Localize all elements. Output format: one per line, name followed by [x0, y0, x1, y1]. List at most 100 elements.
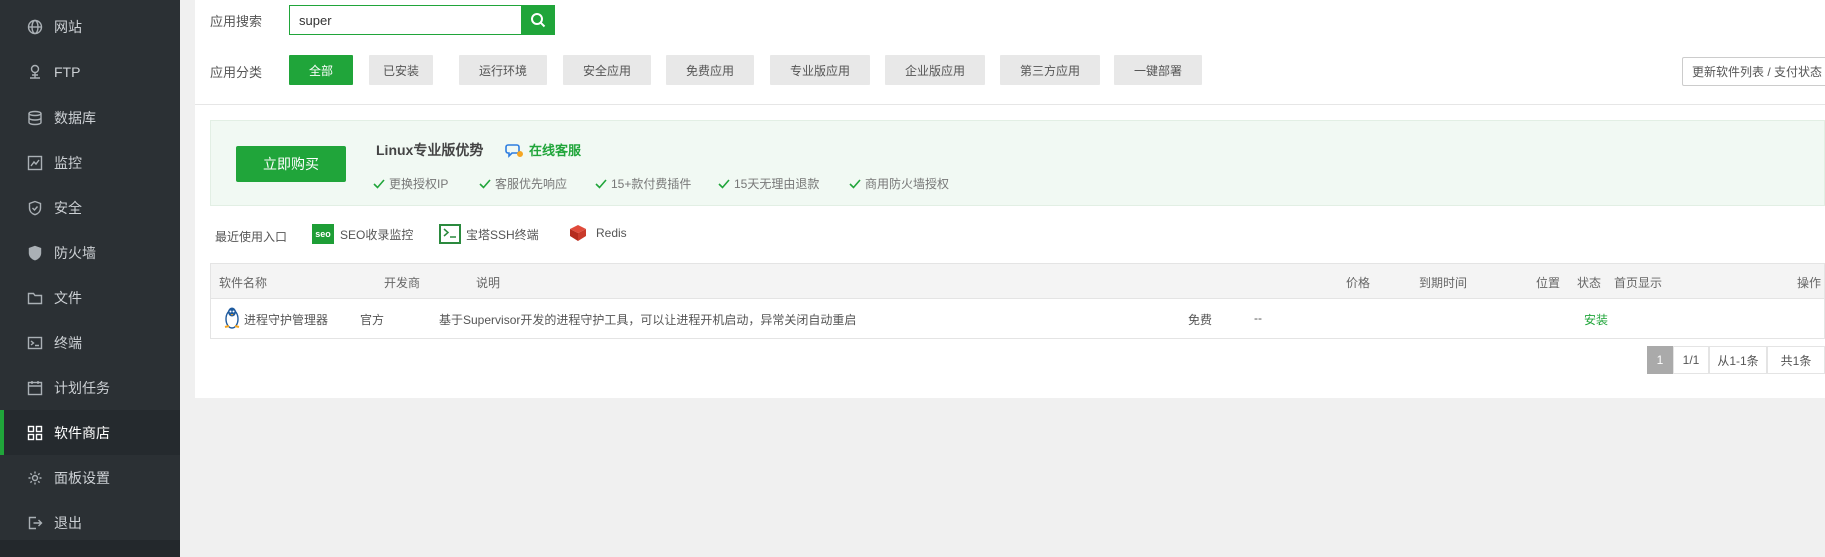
- promo-feature-label: 客服优先响应: [495, 177, 568, 191]
- table-header: 软件名称 开发商 说明 价格 到期时间 位置 状态 首页显示 操作: [211, 264, 1824, 299]
- sidebar-item-website[interactable]: 网站: [0, 4, 180, 49]
- online-service-label: 在线客服: [529, 143, 582, 158]
- update-list-button[interactable]: 更新软件列表 / 支付状态: [1682, 57, 1825, 86]
- recent-ssh-terminal[interactable]: 宝塔SSH终端: [439, 224, 539, 244]
- col-position: 位置: [1536, 276, 1561, 290]
- calendar-icon: [27, 380, 43, 396]
- col-name: 软件名称: [219, 276, 268, 290]
- col-price: 价格: [1346, 276, 1371, 290]
- check-icon: [718, 178, 730, 189]
- globe-icon: [27, 19, 43, 35]
- sidebar-item-cron[interactable]: 计划任务: [0, 365, 180, 410]
- redis-icon: [570, 225, 586, 241]
- search-label: 应用搜索: [210, 14, 263, 29]
- col-expiry: 到期时间: [1419, 276, 1468, 290]
- software-expiry: --: [1254, 311, 1262, 325]
- ftp-icon: [27, 64, 43, 80]
- check-icon: [373, 178, 385, 189]
- gear-icon: [27, 470, 43, 486]
- category-one-click[interactable]: 一键部署: [1114, 55, 1202, 85]
- online-service-link[interactable]: 在线客服: [505, 140, 581, 159]
- sidebar-item-monitor[interactable]: 监控: [0, 140, 180, 185]
- check-icon: [595, 178, 607, 189]
- recent-redis[interactable]: Redis: [568, 224, 627, 242]
- seo-icon: seo: [312, 224, 334, 244]
- chat-icon: [505, 143, 523, 158]
- promo-feature-label: 更换授权IP: [389, 177, 449, 191]
- sidebar-item-ftp[interactable]: FTP: [0, 49, 180, 94]
- grid-icon: [27, 425, 43, 441]
- category-runtime[interactable]: 运行环境: [459, 55, 547, 85]
- recent-item-label: SEO收录监控: [340, 227, 414, 242]
- col-developer: 开发商: [384, 276, 421, 290]
- pro-promo-banner: 立即购买 Linux专业版优势 在线客服 更换授权IP 客服优先响应 15+款付…: [210, 120, 1825, 206]
- recent-label: 最近使用入口: [215, 230, 288, 244]
- category-pro[interactable]: 专业版应用: [770, 55, 870, 85]
- search-input[interactable]: [289, 5, 521, 35]
- software-price: 免费: [1188, 313, 1213, 327]
- software-store-panel: 应用搜索 应用分类 全部 已安装 运行环境 安全应用 免费应用 专业版应用 企业…: [195, 0, 1825, 398]
- promo-feature: 商用防火墙授权: [849, 175, 949, 192]
- page-current[interactable]: 1: [1647, 346, 1673, 374]
- sidebar-footer: [0, 540, 180, 557]
- sidebar-item-store[interactable]: 软件商店: [0, 410, 180, 455]
- sidebar-item-firewall[interactable]: 防火墙: [0, 230, 180, 275]
- software-table: 软件名称 开发商 说明 价格 到期时间 位置 状态 首页显示 操作 进程守护管理…: [210, 263, 1825, 339]
- sidebar-item-files[interactable]: 文件: [0, 275, 180, 320]
- folder-icon: [27, 290, 43, 306]
- monitor-icon: [27, 155, 43, 171]
- sidebar-item-label: 监控: [54, 154, 82, 171]
- col-description: 说明: [476, 276, 501, 290]
- firewall-icon: [27, 245, 43, 261]
- check-icon: [849, 178, 861, 189]
- search-button[interactable]: [521, 5, 555, 35]
- buy-now-button[interactable]: 立即购买: [236, 146, 346, 182]
- sidebar-item-label: 安全: [54, 199, 82, 216]
- col-action: 操作: [1797, 276, 1822, 290]
- logout-icon: [27, 515, 43, 531]
- divider: [195, 104, 1825, 105]
- shield-icon: [27, 200, 43, 216]
- sidebar-item-label: 网站: [54, 18, 82, 35]
- col-status: 状态: [1577, 276, 1602, 290]
- category-third-party[interactable]: 第三方应用: [1000, 55, 1100, 85]
- recent-item-label: 宝塔SSH终端: [466, 227, 539, 242]
- sidebar-item-label: 面板设置: [54, 469, 110, 486]
- software-name: 进程守护管理器: [244, 313, 329, 327]
- category-installed[interactable]: 已安装: [369, 55, 433, 85]
- recent-seo-monitor[interactable]: seo SEO收录监控: [312, 224, 413, 244]
- page-count: 1/1: [1673, 346, 1709, 374]
- category-all[interactable]: 全部: [289, 55, 353, 85]
- database-icon: [27, 110, 43, 126]
- sidebar-item-label: 软件商店: [54, 424, 110, 441]
- sidebar-item-settings[interactable]: 面板设置: [0, 455, 180, 500]
- install-link[interactable]: 安装: [1584, 311, 1608, 328]
- promo-feature-label: 15+款付费插件: [611, 177, 692, 191]
- category-free[interactable]: 免费应用: [666, 55, 754, 85]
- search-icon: [531, 13, 546, 28]
- sidebar-item-label: 终端: [54, 334, 82, 351]
- sidebar-item-label: 退出: [54, 514, 82, 531]
- sidebar-item-terminal[interactable]: 终端: [0, 320, 180, 365]
- category-security[interactable]: 安全应用: [563, 55, 651, 85]
- promo-feature: 客服优先响应: [479, 175, 567, 192]
- sidebar-item-security[interactable]: 安全: [0, 185, 180, 230]
- page-range: 从1-1条: [1709, 346, 1767, 374]
- sidebar-item-database[interactable]: 数据库: [0, 95, 180, 140]
- sidebar-item-label: FTP: [54, 63, 81, 80]
- sidebar-item-logout[interactable]: 退出: [0, 500, 180, 545]
- promo-feature-label: 商用防火墙授权: [865, 177, 950, 191]
- promo-feature: 更换授权IP: [373, 175, 448, 192]
- terminal-icon: [27, 335, 43, 351]
- sidebar-item-label: 文件: [54, 289, 82, 306]
- promo-title: Linux专业版优势: [376, 142, 484, 158]
- promo-feature: 15+款付费插件: [595, 175, 691, 192]
- terminal-icon: [439, 224, 461, 244]
- software-description: 基于Supervisor开发的进程守护工具，可以让进程开机启动，异常关闭自动重启: [439, 313, 857, 327]
- table-row: 进程守护管理器 官方 基于Supervisor开发的进程守护工具，可以让进程开机…: [211, 299, 1824, 339]
- linux-penguin-icon: [224, 307, 240, 329]
- software-developer: 官方: [360, 313, 385, 327]
- recent-item-label: Redis: [596, 226, 627, 240]
- category-enterprise[interactable]: 企业版应用: [885, 55, 985, 85]
- promo-feature: 15天无理由退款: [718, 175, 819, 192]
